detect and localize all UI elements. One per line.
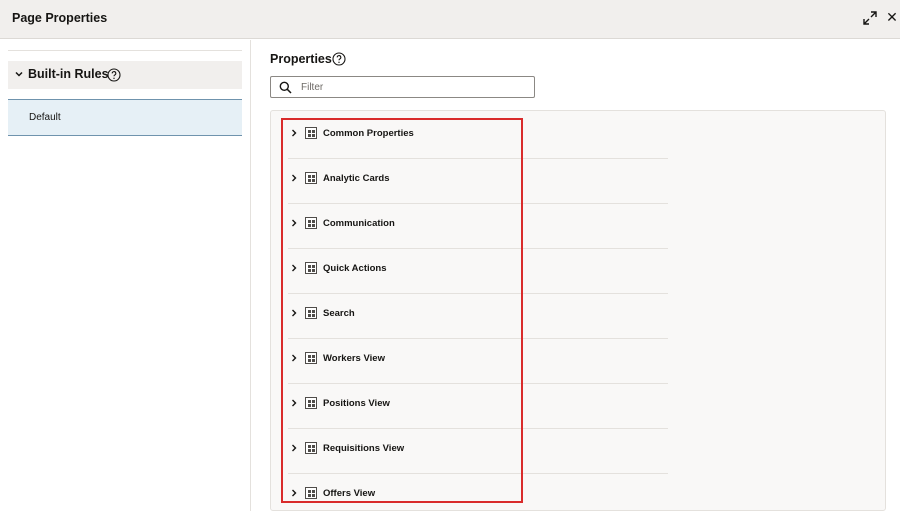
tree-item-requisitions-view[interactable]: Requisitions View	[288, 430, 668, 474]
chevron-down-icon[interactable]	[13, 68, 25, 80]
rules-pane: Built-in Rules Default	[0, 40, 251, 511]
help-icon[interactable]	[332, 52, 346, 66]
divider	[288, 473, 668, 474]
dialog-title: Page Properties	[12, 11, 108, 25]
chevron-right-icon[interactable]	[289, 173, 299, 183]
grid-icon	[305, 172, 317, 184]
properties-title: Properties	[270, 52, 332, 66]
help-icon[interactable]	[107, 68, 121, 82]
chevron-right-icon[interactable]	[289, 398, 299, 408]
expand-icon[interactable]	[862, 10, 878, 26]
tree-item-label: Offers View	[323, 488, 376, 499]
chevron-right-icon[interactable]	[289, 128, 299, 138]
grid-icon	[305, 352, 317, 364]
divider	[8, 50, 242, 51]
tree-item-communication[interactable]: Communication	[288, 205, 668, 249]
tree-item-workers-view[interactable]: Workers View	[288, 340, 668, 384]
tree-item-offers-view[interactable]: Offers View	[288, 475, 668, 511]
built-in-rules-header[interactable]: Built-in Rules	[8, 61, 242, 89]
tree-item-label: Search	[323, 308, 355, 319]
grid-icon	[305, 127, 317, 139]
divider	[288, 428, 668, 429]
grid-icon	[305, 442, 317, 454]
tree-item-analytic-cards[interactable]: Analytic Cards	[288, 160, 668, 204]
divider	[288, 383, 668, 384]
chevron-right-icon[interactable]	[289, 263, 299, 273]
divider	[288, 338, 668, 339]
divider	[288, 248, 668, 249]
tree-item-label: Workers View	[323, 353, 385, 364]
chevron-right-icon[interactable]	[289, 308, 299, 318]
filter-field[interactable]	[270, 76, 535, 98]
tree-item-positions-view[interactable]: Positions View	[288, 385, 668, 429]
grid-icon	[305, 262, 317, 274]
search-icon	[279, 81, 292, 94]
tree-item-label: Requisitions View	[323, 443, 405, 454]
dialog-header: Page Properties ✕	[0, 0, 900, 39]
chevron-right-icon[interactable]	[289, 218, 299, 228]
filter-input[interactable]	[301, 79, 526, 95]
rule-item-default[interactable]: Default	[8, 99, 242, 136]
tree-item-label: Common Properties	[323, 128, 414, 139]
built-in-rules-label: Built-in Rules	[28, 67, 109, 81]
tree-item-label: Positions View	[323, 398, 390, 409]
close-icon[interactable]: ✕	[884, 9, 900, 25]
divider	[288, 203, 668, 204]
rule-item-label: Default	[29, 112, 61, 123]
grid-icon	[305, 397, 317, 409]
grid-icon	[305, 217, 317, 229]
tree-item-label: Quick Actions	[323, 263, 387, 274]
divider	[288, 158, 668, 159]
chevron-right-icon[interactable]	[289, 488, 299, 498]
tree-item-label: Communication	[323, 218, 395, 229]
tree-item-label: Analytic Cards	[323, 173, 390, 184]
chevron-right-icon[interactable]	[289, 353, 299, 363]
divider	[288, 293, 668, 294]
grid-icon	[305, 307, 317, 319]
tree-item-search[interactable]: Search	[288, 295, 668, 339]
grid-icon	[305, 487, 317, 499]
chevron-right-icon[interactable]	[289, 443, 299, 453]
tree-item-common-properties[interactable]: Common Properties	[288, 115, 668, 159]
tree-item-quick-actions[interactable]: Quick Actions	[288, 250, 668, 294]
